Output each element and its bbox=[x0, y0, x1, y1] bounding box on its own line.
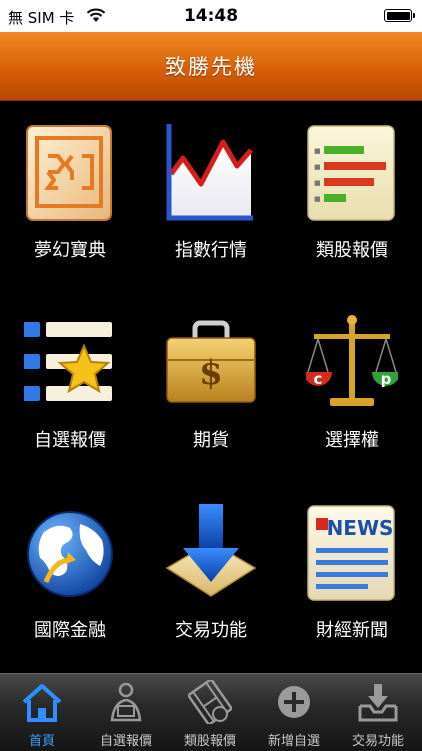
tab-label: 新增自選 bbox=[267, 734, 320, 749]
menu-item-label: 國際金融 bbox=[34, 620, 106, 641]
menu-item-label: 夢幻寶典 bbox=[34, 240, 106, 261]
news-icon: NEWS bbox=[307, 505, 395, 601]
call-letter: c bbox=[314, 370, 323, 388]
svg-text:■: ■ bbox=[314, 179, 321, 187]
menu-item-label: 期貨 bbox=[193, 430, 229, 451]
tab-watchlist[interactable]: 自選報價 bbox=[84, 674, 168, 751]
add-circle-icon bbox=[278, 686, 310, 718]
index-chart-icon bbox=[166, 124, 253, 221]
main-menu-grid: 夢幻寶典 指數行情 ■ ■ ■ ■ 類股報價 自選報價 $ 期貨 c p 選擇權… bbox=[0, 100, 422, 673]
options-scale-icon: c p bbox=[306, 315, 398, 406]
tab-add-watchlist[interactable]: 新增自選 bbox=[252, 674, 336, 751]
watchlist-star-icon bbox=[24, 322, 112, 401]
clock: 14:48 bbox=[183, 6, 239, 26]
menu-item-label: 指數行情 bbox=[175, 240, 247, 261]
news-text: NEWS bbox=[327, 516, 394, 540]
menu-item-dream-book[interactable]: 夢幻寶典 bbox=[0, 100, 140, 290]
dream-book-icon bbox=[26, 125, 112, 221]
person-watchlist-icon bbox=[110, 682, 142, 722]
download-tray-icon bbox=[358, 684, 398, 722]
trade-arrow-icon bbox=[165, 504, 257, 597]
menu-item-finance-news[interactable]: NEWS 財經新聞 bbox=[282, 480, 422, 670]
film-strip-icon bbox=[188, 680, 232, 724]
dollar-symbol: $ bbox=[199, 353, 223, 393]
tab-bar: 首頁 自選報價 類股報價 新增自選 交易功能 bbox=[0, 673, 422, 751]
menu-item-label: 自選報價 bbox=[34, 430, 106, 451]
tab-sector-quotes[interactable]: 類股報價 bbox=[168, 674, 252, 751]
home-icon bbox=[22, 684, 62, 722]
menu-item-watchlist[interactable]: 自選報價 bbox=[0, 290, 140, 480]
menu-item-futures[interactable]: $ 期貨 bbox=[141, 290, 281, 480]
menu-item-index-quotes[interactable]: 指數行情 bbox=[141, 100, 281, 290]
globe-icon bbox=[27, 511, 113, 597]
tab-label: 自選報價 bbox=[99, 734, 152, 749]
menu-item-sector-quotes[interactable]: ■ ■ ■ ■ 類股報價 bbox=[282, 100, 422, 290]
svg-text:■: ■ bbox=[314, 147, 321, 155]
tab-label: 首頁 bbox=[28, 734, 55, 749]
tab-home[interactable]: 首頁 bbox=[0, 674, 84, 751]
menu-item-label: 類股報價 bbox=[316, 240, 388, 261]
menu-item-label: 選擇權 bbox=[325, 430, 379, 451]
menu-item-label: 交易功能 bbox=[175, 620, 247, 641]
battery-icon bbox=[384, 9, 415, 22]
tab-label: 交易功能 bbox=[351, 734, 404, 749]
svg-text:■: ■ bbox=[314, 163, 321, 171]
page-title: 致勝先機 bbox=[165, 55, 257, 79]
menu-item-options[interactable]: c p 選擇權 bbox=[282, 290, 422, 480]
tab-trading[interactable]: 交易功能 bbox=[336, 674, 420, 751]
menu-item-trading[interactable]: 交易功能 bbox=[141, 480, 281, 670]
svg-text:■: ■ bbox=[314, 195, 321, 203]
futures-briefcase-icon: $ bbox=[166, 320, 256, 403]
title-bar: 致勝先機 bbox=[0, 32, 422, 101]
sector-bars-icon: ■ ■ ■ ■ bbox=[307, 125, 395, 221]
tab-label: 類股報價 bbox=[183, 734, 236, 749]
menu-item-label: 財經新聞 bbox=[316, 620, 388, 641]
status-bar: 無 SIM 卡 14:48 bbox=[0, 0, 422, 32]
put-letter: p bbox=[381, 370, 392, 388]
menu-item-international-finance[interactable]: 國際金融 bbox=[0, 480, 140, 670]
